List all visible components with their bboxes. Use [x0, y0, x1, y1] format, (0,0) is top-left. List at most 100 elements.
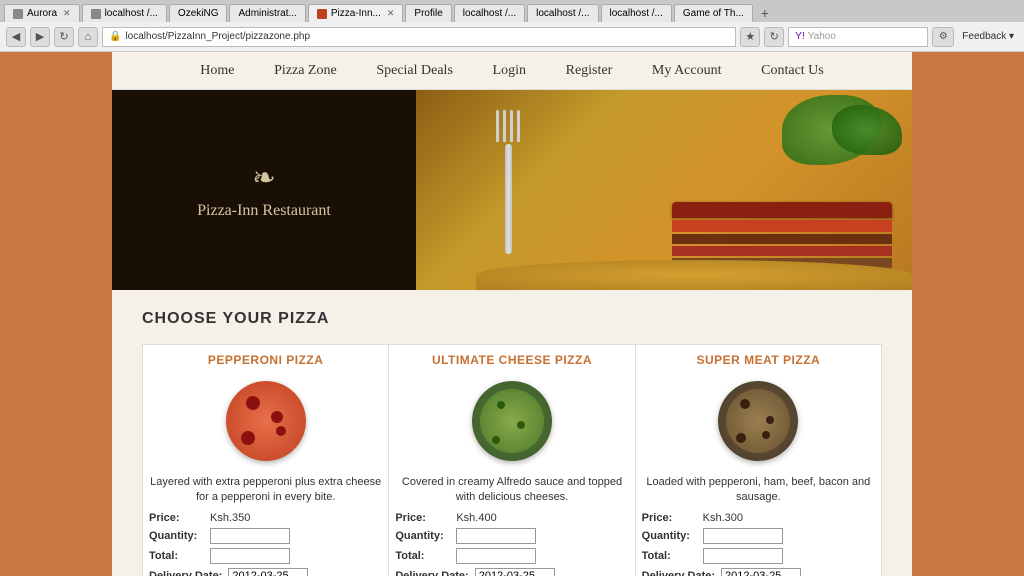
search-placeholder: Yahoo	[808, 31, 836, 42]
bookmark-button[interactable]: ★	[740, 27, 760, 47]
cheese-pizza-name: ULTIMATE CHEESE PIZZA	[389, 345, 634, 371]
feedback-button[interactable]: Feedback ▾	[958, 31, 1018, 42]
meat-inner	[726, 389, 790, 453]
pepperoni-total-input[interactable]	[210, 548, 290, 564]
fork-tine	[496, 110, 499, 142]
meat-price-label: Price:	[642, 512, 697, 524]
nav-my-account[interactable]: My Account	[652, 63, 722, 78]
meat-delivery-input[interactable]	[721, 568, 801, 576]
browser-chrome: Aurora ✕ localhost /... OzekiNG Administ…	[0, 0, 1024, 52]
topping-3	[241, 431, 255, 445]
pizza-favicon	[317, 9, 327, 19]
tab-pizza[interactable]: Pizza-Inn... ✕	[308, 4, 404, 22]
cheese-quantity-label: Quantity:	[395, 530, 450, 542]
tab-localhost1[interactable]: localhost /...	[82, 4, 167, 22]
meat-quantity-input[interactable]	[703, 528, 783, 544]
pepperoni-price-label: Price:	[149, 512, 204, 524]
lasagna-layer-2	[672, 220, 892, 232]
page-wrapper: Home Pizza Zone Special Deals Login Regi…	[0, 52, 1024, 576]
hero-right	[416, 90, 912, 290]
page-content: Home Pizza Zone Special Deals Login Regi…	[112, 52, 912, 576]
cheese-quantity-row: Quantity:	[389, 526, 634, 546]
meat-price-row: Price: Ksh.300	[636, 510, 881, 526]
meat-quantity-row: Quantity:	[636, 526, 881, 546]
pepperoni-pizza-cell: PEPPERONI PIZZA Layered with extra peppe…	[143, 345, 389, 576]
cheese-description: Covered in creamy Alfredo sauce and topp…	[389, 471, 634, 510]
tab-pizza-close[interactable]: ✕	[387, 8, 395, 19]
tab-aurora[interactable]: Aurora ✕	[4, 4, 80, 22]
cheese-pizza-cell: ULTIMATE CHEESE PIZZA Covered in creamy …	[389, 345, 635, 576]
food-image	[416, 90, 912, 290]
new-tab-button[interactable]: +	[755, 4, 775, 22]
lasagna-layer-3	[672, 234, 892, 244]
nav-login[interactable]: Login	[493, 63, 526, 78]
cheese-total-row: Total:	[389, 546, 634, 566]
pepperoni-quantity-input[interactable]	[210, 528, 290, 544]
cheese-quantity-input[interactable]	[456, 528, 536, 544]
cheese-price-value: Ksh.400	[456, 512, 496, 524]
yahoo-icon: Y!	[795, 31, 804, 42]
back-button[interactable]: ◀	[6, 27, 26, 47]
pepperoni-quantity-label: Quantity:	[149, 530, 204, 542]
home-button[interactable]: ⌂	[78, 27, 98, 47]
tab-profile[interactable]: Profile	[405, 4, 451, 22]
cheese-inner	[480, 389, 544, 453]
settings-button[interactable]: ⚙	[932, 27, 954, 47]
forward-button[interactable]: ▶	[30, 27, 50, 47]
tab-localhost3[interactable]: localhost /...	[527, 4, 598, 22]
pepperoni-total-row: Total:	[143, 546, 388, 566]
fork-tine	[517, 110, 520, 142]
cheese-total-label: Total:	[395, 550, 450, 562]
aurora-favicon	[13, 9, 23, 19]
nav-special-deals[interactable]: Special Deals	[376, 63, 453, 78]
tab-localhost2[interactable]: localhost /...	[454, 4, 525, 22]
tab4-label: localhost /...	[610, 8, 663, 19]
tab-localhost4[interactable]: localhost /...	[601, 4, 672, 22]
fork-handle	[505, 144, 512, 254]
hero-banner: ❧ Pizza-Inn Restaurant	[112, 90, 912, 290]
topping-1	[246, 396, 260, 410]
cheese-delivery-row: Delivery Date:	[389, 566, 634, 576]
tab-aurora-close[interactable]: ✕	[63, 8, 71, 19]
tab-game[interactable]: Game of Th...	[674, 4, 753, 22]
pepperoni-delivery-input[interactable]	[228, 568, 308, 576]
hero-left: ❧ Pizza-Inn Restaurant	[112, 90, 416, 290]
plate	[476, 260, 912, 290]
nav-pizza-zone[interactable]: Pizza Zone	[274, 63, 337, 78]
tab-profile-label: Profile	[414, 8, 442, 19]
meat-img-container	[636, 371, 881, 471]
fork-tine	[510, 110, 513, 142]
address-bar[interactable]: 🔒 localhost/PizzaInn_Project/pizzazone.p…	[102, 27, 736, 47]
search-bar[interactable]: Y! Yahoo	[788, 27, 928, 47]
refresh-button[interactable]: ↻	[54, 27, 74, 47]
pizza-table: PEPPERONI PIZZA Layered with extra peppe…	[142, 344, 882, 576]
browser-tabs: Aurora ✕ localhost /... OzekiNG Administ…	[0, 0, 1024, 22]
meat-delivery-row: Delivery Date:	[636, 566, 881, 576]
pepperoni-pizza-image	[226, 381, 306, 461]
tab-admin-label: Administrat...	[238, 8, 296, 19]
topping-2	[271, 411, 283, 423]
pepperoni-delivery-label: Delivery Date:	[149, 570, 222, 576]
pepperoni-total-label: Total:	[149, 550, 204, 562]
pepperoni-pizza-name: PEPPERONI PIZZA	[143, 345, 388, 371]
cheese-pizza-image	[472, 381, 552, 461]
nav-register[interactable]: Register	[566, 63, 613, 78]
pepperoni-description: Layered with extra pepperoni plus extra …	[143, 471, 388, 510]
cheese-delivery-input[interactable]	[475, 568, 555, 576]
lasagna-top	[672, 202, 892, 218]
nav-home[interactable]: Home	[200, 63, 234, 78]
tab-aurora-label: Aurora	[27, 8, 57, 19]
cheese-total-input[interactable]	[456, 548, 536, 564]
meat-pizza-name: SUPER MEAT PIZZA	[636, 345, 881, 371]
tab-admin[interactable]: Administrat...	[229, 4, 305, 22]
cheese-topping-1	[497, 401, 505, 409]
restaurant-logo: ❧	[252, 161, 275, 194]
nav-contact-us[interactable]: Contact Us	[761, 63, 824, 78]
fork-tine	[503, 110, 506, 142]
refresh-btn2[interactable]: ↻	[764, 27, 784, 47]
meat-total-input[interactable]	[703, 548, 783, 564]
cheese-price-row: Price: Ksh.400	[389, 510, 634, 526]
tab-ozeki[interactable]: OzekiNG	[169, 4, 228, 22]
lock-icon: 🔒	[109, 31, 121, 42]
pepperoni-img-container	[143, 371, 388, 471]
